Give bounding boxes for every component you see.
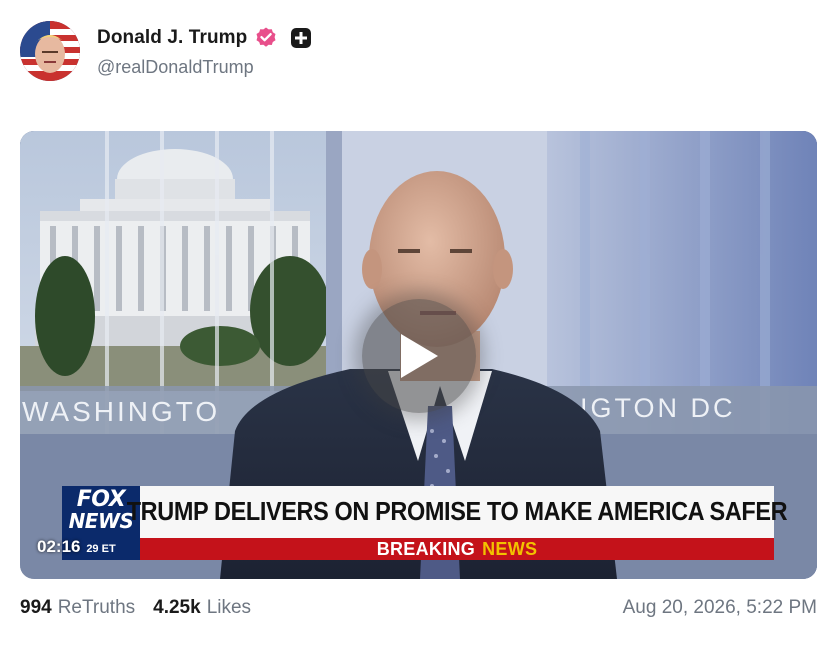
display-name[interactable]: Donald J. Trump bbox=[97, 27, 247, 49]
name-row: Donald J. Trump bbox=[97, 25, 312, 51]
post-header: Donald J. Trump @realDonaldTrump bbox=[20, 20, 312, 82]
logo-text-top: FOX bbox=[76, 487, 126, 512]
post-stats: 994 ReTruths 4.25k Likes bbox=[20, 595, 251, 621]
backdrop-text-right: IGTON DC bbox=[580, 393, 736, 423]
video-player[interactable]: WASHINGTO IGTON DC FOX NEWS TRUMP DELIVE… bbox=[20, 131, 817, 579]
retruths-label[interactable]: ReTruths bbox=[58, 597, 135, 619]
backdrop-text-left: WASHINGTO bbox=[22, 396, 220, 427]
video-duration: 02:16 bbox=[37, 537, 81, 556]
breaking-news-bar: BREAKING NEWS bbox=[140, 538, 774, 560]
retruths-count[interactable]: 994 bbox=[20, 597, 52, 619]
play-icon bbox=[401, 334, 438, 378]
plus-badge-icon[interactable] bbox=[290, 27, 312, 49]
news-word: NEWS bbox=[482, 538, 538, 559]
avatar-image bbox=[20, 21, 80, 81]
headline-bar: TRUMP DELIVERS ON PROMISE TO MAKE AMERIC… bbox=[127, 486, 788, 538]
news-chyron: FOX NEWS TRUMP DELIVERS ON PROMISE TO MA… bbox=[62, 486, 788, 560]
author-names: Donald J. Trump @realDonaldTrump bbox=[97, 25, 312, 78]
likes-count[interactable]: 4.25k bbox=[153, 597, 201, 619]
breaking-word: BREAKING bbox=[376, 538, 476, 559]
chyron-time-text: 29 ET bbox=[86, 543, 116, 555]
play-button[interactable] bbox=[362, 299, 476, 413]
headline-text: TRUMP DELIVERS ON PROMISE TO MAKE AMERIC… bbox=[126, 497, 788, 526]
handle[interactable]: @realDonaldTrump bbox=[97, 57, 312, 78]
avatar[interactable] bbox=[20, 21, 80, 81]
verified-badge-icon bbox=[256, 27, 276, 47]
logo-text-bottom: NEWS bbox=[68, 509, 134, 533]
post-timestamp[interactable]: Aug 20, 2026, 5:22 PM bbox=[623, 595, 817, 621]
likes-label[interactable]: Likes bbox=[207, 597, 251, 619]
